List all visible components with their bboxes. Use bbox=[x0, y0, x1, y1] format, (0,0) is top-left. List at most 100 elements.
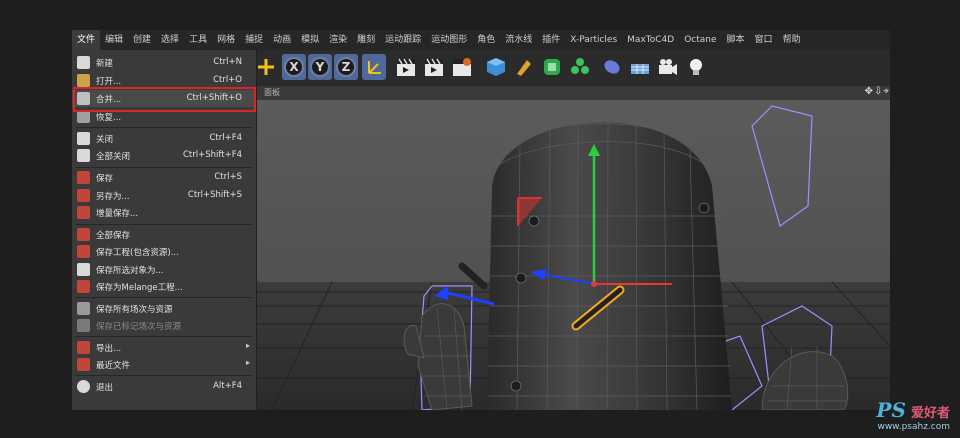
file-incremental-save-item[interactable]: 增量保存... bbox=[72, 204, 256, 221]
cloner-button[interactable] bbox=[568, 54, 592, 80]
file-close-all-item[interactable]: 全部关闭 Ctrl+Shift+F4 bbox=[72, 147, 256, 164]
render-view-button[interactable] bbox=[394, 54, 418, 80]
menu-bar: 文件 编辑 创建 选择 工具 网格 捕捉 动画 模拟 渲染 雕刻 运动跟踪 运动… bbox=[72, 30, 890, 50]
file-save-item[interactable]: 保存 Ctrl+S bbox=[72, 169, 256, 186]
save-selected-icon bbox=[77, 263, 90, 276]
file-menu-dropdown: 新建 Ctrl+N 打开... Ctrl+O 合并... Ctrl+Shift+… bbox=[72, 50, 257, 410]
camera-icon bbox=[659, 59, 677, 75]
merge-icon bbox=[77, 92, 90, 105]
coordinate-system-icon bbox=[368, 61, 381, 74]
item-shortcut: Ctrl+O bbox=[213, 75, 242, 85]
watermark-logo: PS 爱好者 www.psahz.com bbox=[876, 398, 950, 432]
menu-edit[interactable]: 编辑 bbox=[100, 30, 128, 50]
file-export-item[interactable]: 导出... ▸ bbox=[72, 339, 256, 356]
deformer-button[interactable] bbox=[600, 54, 624, 80]
menu-x-particles[interactable]: X-Particles bbox=[565, 30, 622, 50]
clapper-icon bbox=[397, 58, 415, 76]
menu-help[interactable]: 帮助 bbox=[778, 30, 806, 50]
menu-plugins[interactable]: 插件 bbox=[537, 30, 565, 50]
file-save-marked-takes-item: 保存已标记场次与资源 bbox=[72, 317, 256, 334]
item-label: 导出... bbox=[96, 344, 122, 354]
floor-icon bbox=[631, 64, 649, 74]
pen-icon bbox=[516, 60, 531, 77]
menu-snap[interactable]: 捕捉 bbox=[240, 30, 268, 50]
menu-sculpt[interactable]: 雕刻 bbox=[352, 30, 380, 50]
watermark-url: www.psahz.com bbox=[877, 422, 950, 432]
menu-pipeline[interactable]: 流水线 bbox=[500, 30, 537, 50]
viewport-navigation-icons[interactable]: ✥⇩⌖ bbox=[865, 86, 890, 97]
file-save-selected-item[interactable]: 保存所选对象为... bbox=[72, 261, 256, 278]
item-shortcut: Ctrl+N bbox=[213, 57, 242, 67]
save-all-icon bbox=[77, 228, 90, 241]
item-label: 保存所选对象为... bbox=[96, 266, 164, 276]
subdivision-button[interactable] bbox=[540, 54, 564, 80]
item-shortcut: Alt+F4 bbox=[213, 381, 242, 391]
menu-motion-tracking[interactable]: 运动跟踪 bbox=[380, 30, 426, 50]
menu-create[interactable]: 创建 bbox=[128, 30, 156, 50]
menu-file[interactable]: 文件 bbox=[72, 30, 101, 50]
file-close-item[interactable]: 关闭 Ctrl+F4 bbox=[72, 130, 256, 147]
menu-select[interactable]: 选择 bbox=[156, 30, 184, 50]
y-axis-lock-button[interactable]: Y bbox=[308, 54, 332, 80]
move-tool-button[interactable] bbox=[254, 54, 278, 80]
move-icon bbox=[258, 59, 274, 75]
y-axis-label: Y bbox=[310, 57, 330, 77]
watermark-brand: PS bbox=[876, 398, 906, 422]
cube-object-button[interactable] bbox=[484, 54, 508, 80]
subdivision-icon bbox=[544, 59, 560, 75]
menu-window[interactable]: 窗口 bbox=[750, 30, 778, 50]
file-merge-item[interactable]: 合并... Ctrl+Shift+O bbox=[72, 90, 256, 107]
render-settings-icon bbox=[453, 58, 471, 76]
item-shortcut: Ctrl+F4 bbox=[209, 133, 242, 143]
pen-spline-button[interactable] bbox=[512, 54, 536, 80]
file-open-item[interactable]: 打开... Ctrl+O bbox=[72, 72, 256, 89]
item-label: 保存已标记场次与资源 bbox=[96, 322, 182, 332]
deformer-icon bbox=[604, 60, 620, 74]
file-save-project-item[interactable]: 保存工程(包含资源)... bbox=[72, 243, 256, 260]
menu-script[interactable]: 脚本 bbox=[722, 30, 750, 50]
render-to-picture-viewer-button[interactable] bbox=[422, 54, 446, 80]
floor-button[interactable] bbox=[628, 54, 652, 80]
file-save-melange-item[interactable]: 保存为Melange工程... bbox=[72, 278, 256, 295]
coordinate-system-button[interactable] bbox=[362, 54, 386, 80]
new-file-icon bbox=[77, 56, 90, 69]
item-label: 保存所有场次与资源 bbox=[96, 305, 173, 315]
item-shortcut: Ctrl+Shift+O bbox=[186, 93, 242, 103]
menu-mograph[interactable]: 运动图形 bbox=[426, 30, 472, 50]
item-label: 恢复... bbox=[96, 113, 122, 123]
melange-icon bbox=[77, 280, 90, 293]
file-revert-item[interactable]: 恢复... bbox=[72, 108, 256, 125]
file-new-item[interactable]: 新建 Ctrl+N bbox=[72, 54, 256, 71]
file-save-takes-item[interactable]: 保存所有场次与资源 bbox=[72, 300, 256, 317]
file-save-as-item[interactable]: 另存为... Ctrl+Shift+S bbox=[72, 187, 256, 204]
menu-character[interactable]: 角色 bbox=[472, 30, 500, 50]
menu-render[interactable]: 渲染 bbox=[324, 30, 352, 50]
menu-tools[interactable]: 工具 bbox=[184, 30, 212, 50]
file-recent-files-item[interactable]: 最近文件 ▸ bbox=[72, 356, 256, 373]
menu-animate[interactable]: 动画 bbox=[268, 30, 296, 50]
z-axis-label: Z bbox=[336, 57, 356, 77]
menu-octane[interactable]: Octane bbox=[679, 30, 721, 50]
menu-maxtoc4d[interactable]: MaxToC4D bbox=[622, 30, 679, 50]
item-label: 关闭 bbox=[96, 135, 114, 145]
viewport-panel-menu[interactable]: 面板 bbox=[264, 87, 280, 98]
submenu-arrow-icon: ▸ bbox=[245, 341, 250, 350]
menu-simulate[interactable]: 模拟 bbox=[296, 30, 324, 50]
camera-button[interactable] bbox=[656, 54, 680, 80]
menu-separator bbox=[76, 297, 252, 298]
file-exit-item[interactable]: 退出 Alt+F4 bbox=[72, 378, 256, 395]
render-settings-button[interactable] bbox=[450, 54, 474, 80]
item-label: 另存为... bbox=[96, 192, 130, 202]
item-label: 增量保存... bbox=[96, 209, 139, 219]
item-label: 保存 bbox=[96, 174, 114, 184]
file-save-all-item[interactable]: 全部保存 bbox=[72, 226, 256, 243]
cloner-icon bbox=[571, 58, 589, 74]
save-marked-takes-icon bbox=[77, 319, 90, 332]
power-icon bbox=[77, 380, 90, 393]
menu-separator bbox=[76, 375, 252, 376]
light-button[interactable] bbox=[684, 54, 708, 80]
x-axis-lock-button[interactable]: X bbox=[282, 54, 306, 80]
export-icon bbox=[77, 341, 90, 354]
menu-mesh[interactable]: 网格 bbox=[212, 30, 240, 50]
z-axis-lock-button[interactable]: Z bbox=[334, 54, 358, 80]
